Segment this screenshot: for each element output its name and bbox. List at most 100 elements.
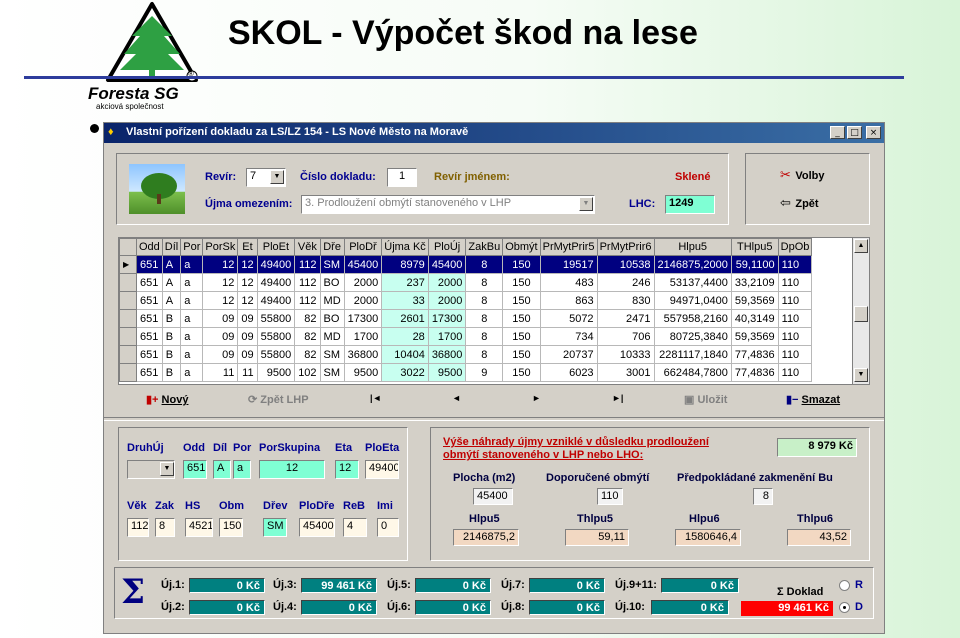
table-cell[interactable]: 9500 xyxy=(427,363,467,382)
table-cell[interactable]: 2146875,2000 xyxy=(653,255,732,274)
detail-field[interactable]: 8 xyxy=(155,518,175,537)
table-cell[interactable]: B xyxy=(161,327,182,346)
table-cell[interactable]: 863 xyxy=(539,291,598,310)
table-cell[interactable]: 49400 xyxy=(256,255,296,274)
row-indicator[interactable] xyxy=(119,327,137,346)
table-cell[interactable]: a xyxy=(180,309,204,328)
table-cell[interactable]: 80725,3840 xyxy=(653,327,732,346)
smazat-button[interactable]: ▮− Smazat xyxy=(786,393,840,406)
table-cell[interactable]: 55800 xyxy=(256,327,296,346)
table-cell[interactable]: 112 xyxy=(294,255,321,274)
table-cell[interactable]: 150 xyxy=(502,327,541,346)
table-cell[interactable]: BO xyxy=(319,309,345,328)
table-cell[interactable]: 77,4836 xyxy=(730,363,779,382)
table-cell[interactable]: B xyxy=(161,309,182,328)
next-record-button[interactable]: ► xyxy=(532,393,541,403)
table-cell[interactable]: 82 xyxy=(294,327,321,346)
table-cell[interactable]: 45400 xyxy=(343,255,383,274)
table-cell[interactable]: 2000 xyxy=(343,291,383,310)
volby-button[interactable]: ✂ Volby xyxy=(780,166,825,184)
records-grid[interactable]: Odd Díl Por PorSk Et PloEt Věk Dře PloDř Újma Kč P… xyxy=(118,237,870,385)
table-cell[interactable]: MD xyxy=(319,327,345,346)
maximize-button[interactable]: □ xyxy=(847,126,862,139)
table-row[interactable]: 651 Aa 12 12 49400 112 BO 2000 237 2000 8 150 483 246… xyxy=(119,273,813,292)
table-cell[interactable]: 112 xyxy=(294,273,321,292)
radio-r[interactable] xyxy=(839,580,850,591)
table-row[interactable]: 651 Ba 09 09 55800 82 MD 1700 28 1700 8 150 734 706 80… xyxy=(119,327,813,346)
last-record-button[interactable]: ►| xyxy=(612,393,623,403)
table-cell[interactable]: 53137,4400 xyxy=(653,273,732,292)
table-cell[interactable]: 483 xyxy=(539,273,598,292)
scroll-down-icon[interactable]: ▼ xyxy=(854,368,868,382)
table-cell[interactable]: 09 xyxy=(202,345,239,364)
ujma-select[interactable]: 3. Prodloužení obmýtí stanoveného v LHP … xyxy=(301,195,595,214)
table-cell[interactable]: 662484,7800 xyxy=(653,363,732,382)
table-cell[interactable]: 734 xyxy=(539,327,598,346)
table-cell[interactable]: 59,3569 xyxy=(730,327,779,346)
detail-field[interactable]: 12 xyxy=(259,460,325,479)
novy-button[interactable]: ▮+ Nový xyxy=(146,393,188,406)
obmyti-field[interactable]: 110 xyxy=(597,488,623,505)
column-header[interactable]: Věk xyxy=(294,238,321,256)
table-cell[interactable]: 12 xyxy=(202,255,239,274)
table-cell[interactable]: 09 xyxy=(237,309,258,328)
table-cell[interactable]: 36800 xyxy=(343,345,383,364)
table-cell[interactable]: 2000 xyxy=(427,273,467,292)
column-header[interactable]: THlpu5 xyxy=(730,238,779,256)
table-cell[interactable]: 59,1100 xyxy=(730,255,779,274)
chevron-down-icon[interactable]: ▼ xyxy=(579,197,593,211)
ulozit-button[interactable]: ▣ Uložit xyxy=(684,393,727,406)
table-cell[interactable]: 49400 xyxy=(256,273,296,292)
table-cell[interactable]: 77,4836 xyxy=(730,345,779,364)
table-cell[interactable]: 28 xyxy=(381,327,429,346)
table-cell[interactable]: 110 xyxy=(777,291,813,310)
minimize-button[interactable]: _ xyxy=(830,126,845,139)
table-cell[interactable]: 8 xyxy=(465,255,504,274)
column-header[interactable]: PrMytPrir6 xyxy=(596,238,655,256)
table-cell[interactable]: 110 xyxy=(777,273,813,292)
table-cell[interactable]: 651 xyxy=(136,309,163,328)
detail-field[interactable]: 112 xyxy=(127,518,149,537)
table-cell[interactable]: MD xyxy=(319,291,345,310)
table-cell[interactable]: 1700 xyxy=(343,327,383,346)
table-cell[interactable]: 150 xyxy=(502,309,541,328)
table-cell[interactable]: 9 xyxy=(465,363,504,382)
detail-field[interactable]: 0 xyxy=(377,518,399,537)
prev-record-button[interactable]: ◄ xyxy=(452,393,461,403)
grid-scrollbar[interactable]: ▲ ▼ xyxy=(852,238,869,384)
detail-field[interactable]: 12 xyxy=(335,460,359,479)
revir-select[interactable]: 7 ▼ xyxy=(246,168,286,187)
detail-field[interactable]: 4521 xyxy=(185,518,213,537)
table-cell[interactable]: 45400 xyxy=(427,255,467,274)
table-cell[interactable]: BO xyxy=(319,273,345,292)
detail-field[interactable]: 4 xyxy=(343,518,367,537)
row-indicator[interactable] xyxy=(119,345,137,364)
table-cell[interactable]: 33,2109 xyxy=(730,273,779,292)
first-record-button[interactable]: |◄ xyxy=(370,393,381,403)
column-header[interactable]: PloEt xyxy=(256,238,296,256)
table-cell[interactable]: a xyxy=(180,345,204,364)
table-cell[interactable]: 8 xyxy=(465,273,504,292)
table-cell[interactable]: 150 xyxy=(502,273,541,292)
table-cell[interactable]: SM xyxy=(319,345,345,364)
table-cell[interactable]: 5072 xyxy=(539,309,598,328)
table-cell[interactable]: 651 xyxy=(136,291,163,310)
table-cell[interactable]: a xyxy=(180,273,204,292)
table-cell[interactable]: 557958,2160 xyxy=(653,309,732,328)
detail-field[interactable]: SM xyxy=(263,518,287,537)
table-cell[interactable]: 3001 xyxy=(596,363,655,382)
table-cell[interactable]: 651 xyxy=(136,327,163,346)
column-header[interactable]: Et xyxy=(237,238,258,256)
table-cell[interactable]: 150 xyxy=(502,363,541,382)
table-cell[interactable]: 12 xyxy=(237,291,258,310)
row-indicator[interactable] xyxy=(119,309,137,328)
table-cell[interactable]: 2281117,1840 xyxy=(653,345,732,364)
row-indicator[interactable] xyxy=(119,273,137,292)
table-row[interactable]: 651 Ba 09 09 55800 82 BO 17300 2601 17300 8 150 5072… xyxy=(119,309,813,328)
table-cell[interactable]: 651 xyxy=(136,255,163,274)
current-row-indicator[interactable]: ▶ xyxy=(119,255,137,274)
column-header[interactable]: Por xyxy=(180,238,204,256)
table-cell[interactable]: 12 xyxy=(237,273,258,292)
chevron-down-icon[interactable]: ▼ xyxy=(270,170,284,184)
detail-field[interactable]: 651 xyxy=(183,460,207,479)
